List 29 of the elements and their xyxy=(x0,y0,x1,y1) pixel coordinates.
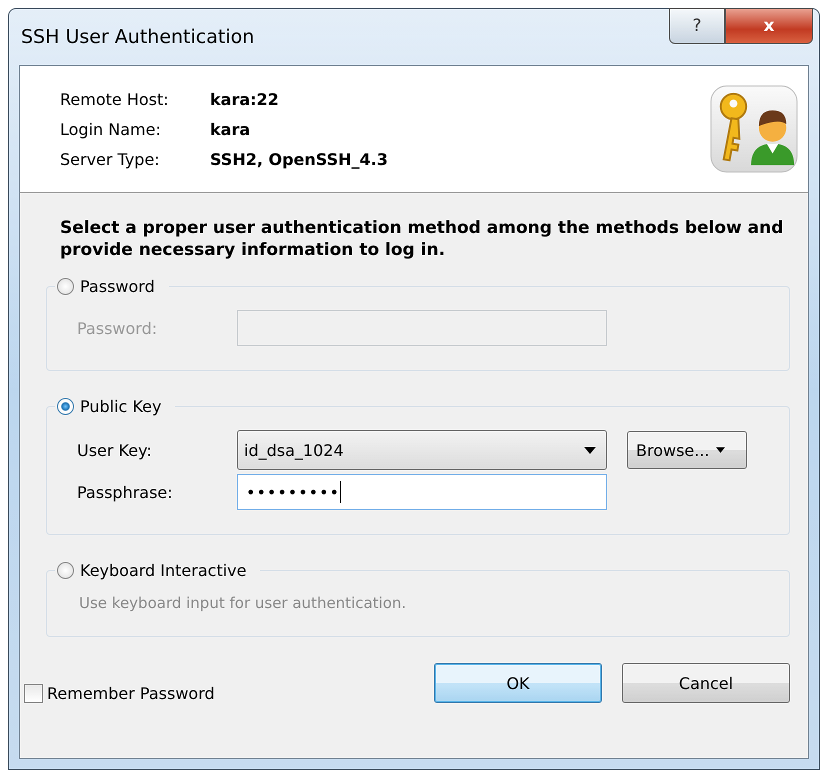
method-label[interactable]: Keyboard Interactive xyxy=(80,561,246,580)
dialog-button[interactable]: Cancel xyxy=(622,663,790,704)
method-label[interactable]: Password xyxy=(80,277,155,296)
dialog-button[interactable]: OK xyxy=(434,663,602,704)
caret-icon xyxy=(716,447,725,454)
caret-icon xyxy=(584,446,596,454)
input-field[interactable]: ••••••••• xyxy=(237,474,607,510)
info-label: Server Type: xyxy=(60,150,161,168)
method-label[interactable]: Public Key xyxy=(80,397,162,416)
instruction-text: Select a proper user authentication method among the methods below and provide necessary information to log in. xyxy=(60,217,784,262)
info-label: Login Name: xyxy=(60,120,162,138)
radio-button[interactable] xyxy=(57,562,74,580)
field-label: User Key: xyxy=(77,440,153,460)
info-label: Remote Host: xyxy=(60,90,170,108)
browse-button[interactable]: Browse... xyxy=(627,431,747,470)
info-value: kara xyxy=(210,120,252,138)
field-label: Passphrase: xyxy=(77,482,174,502)
method-description: Use keyboard input for user authentication. xyxy=(79,594,408,612)
key-dropdown[interactable]: id_dsa_1024 xyxy=(237,430,607,470)
close-button[interactable]: x xyxy=(725,8,813,44)
info-value: SSH2, OpenSSH_4.3 xyxy=(210,150,388,168)
field-label: Password: xyxy=(77,318,158,338)
key-user-icon xyxy=(710,85,798,173)
radio-button[interactable] xyxy=(57,398,74,416)
radio-button[interactable] xyxy=(57,278,74,296)
help-button[interactable]: ? xyxy=(669,8,725,44)
remember-checkbox[interactable]: Remember Password xyxy=(24,684,215,703)
info-value: kara:22 xyxy=(210,90,280,108)
window-title: SSH User Authentication xyxy=(20,26,254,48)
